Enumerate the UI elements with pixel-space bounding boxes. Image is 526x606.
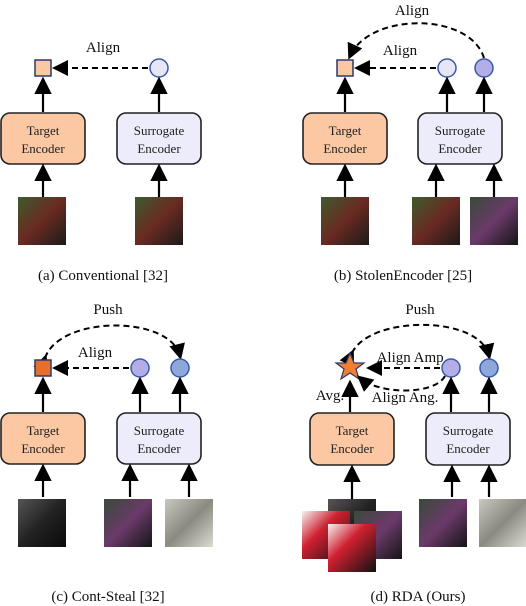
- align-ang-label: Align Ang.: [372, 390, 439, 406]
- surrogate-encoder-label: Encoder: [137, 441, 181, 456]
- surrogate-feature-circle: [441, 358, 461, 378]
- align-ang-arrow: [356, 375, 446, 392]
- surrogate-feature-circle: [437, 58, 457, 78]
- target-feature-square: [336, 59, 354, 77]
- input-image: [18, 499, 66, 547]
- target-encoder-label: Target: [329, 123, 362, 138]
- surrogate-feature-circle: [479, 358, 499, 378]
- surrogate-encoder-box: [417, 112, 503, 165]
- surrogate-feature-circle: [170, 358, 190, 378]
- target-encoder-label: Target: [336, 423, 369, 438]
- push-label: Push: [93, 302, 123, 318]
- surrogate-feature-circle: [474, 58, 494, 78]
- panel-a: Align Target Encoder Surrogate Encoder (…: [0, 40, 202, 284]
- surrogate-encoder-box: [425, 412, 511, 466]
- panel-c: Push Align Target Encoder Surrogate Enco…: [0, 302, 213, 605]
- target-feature-square: [34, 359, 52, 377]
- input-image: [18, 197, 66, 245]
- input-image: [104, 499, 152, 547]
- surrogate-encoder-box: [116, 112, 202, 165]
- target-encoder-box: [309, 412, 395, 466]
- surrogate-encoder-box: [116, 412, 202, 465]
- surrogate-encoder-label: Surrogate: [435, 123, 486, 138]
- caption-b: (b) StolenEncoder [25]: [334, 268, 472, 284]
- star-icon: [334, 351, 366, 381]
- align-label: Align: [86, 40, 121, 56]
- input-image: [135, 197, 183, 245]
- diagram: Align Target Encoder Surrogate Encoder (…: [0, 3, 526, 605]
- align-label: Align: [395, 3, 430, 19]
- input-image: [479, 499, 526, 547]
- target-feature-square: [34, 59, 52, 77]
- surrogate-encoder-label: Encoder: [438, 141, 482, 156]
- surrogate-encoder-label: Surrogate: [134, 423, 185, 438]
- target-encoder-box: [0, 412, 86, 465]
- push-label: Push: [405, 302, 435, 318]
- push-arrow: [33, 324, 185, 372]
- target-encoder-label: Target: [27, 423, 60, 438]
- target-encoder-label: Encoder: [21, 441, 65, 456]
- align-amp-label: Align Amp.: [377, 350, 448, 366]
- input-image: [412, 197, 460, 245]
- input-image: [419, 499, 467, 547]
- surrogate-encoder-label: Encoder: [446, 441, 490, 456]
- target-encoder-box: [0, 112, 86, 165]
- panel-d: Push Align Amp. Align Ang. Avg. Target E…: [302, 302, 526, 605]
- target-encoder-label: Encoder: [330, 441, 374, 456]
- augmented-image: [328, 524, 376, 572]
- input-image: [321, 197, 369, 245]
- caption-d: (d) RDA (Ours): [371, 589, 466, 605]
- surrogate-encoder-label: Surrogate: [134, 123, 185, 138]
- surrogate-encoder-label: Surrogate: [443, 423, 494, 438]
- surrogate-encoder-label: Encoder: [137, 141, 181, 156]
- align-label: Align: [383, 43, 418, 59]
- target-encoder-box: [302, 112, 388, 165]
- avg-label: Avg.: [316, 388, 344, 404]
- surrogate-feature-circle: [130, 358, 150, 378]
- target-encoder-label: Encoder: [21, 141, 65, 156]
- align-label: Align: [78, 345, 113, 361]
- target-encoder-label: Target: [27, 123, 60, 138]
- target-encoder-label: Encoder: [323, 141, 367, 156]
- caption-a: (a) Conventional [32]: [38, 268, 168, 284]
- input-image: [165, 499, 213, 547]
- surrogate-feature-circle: [149, 58, 169, 78]
- input-image: [470, 197, 518, 245]
- panel-b: Align Align Target Encoder Surrogate Enc…: [302, 3, 518, 284]
- caption-c: (c) Cont-Steal [32]: [51, 589, 164, 605]
